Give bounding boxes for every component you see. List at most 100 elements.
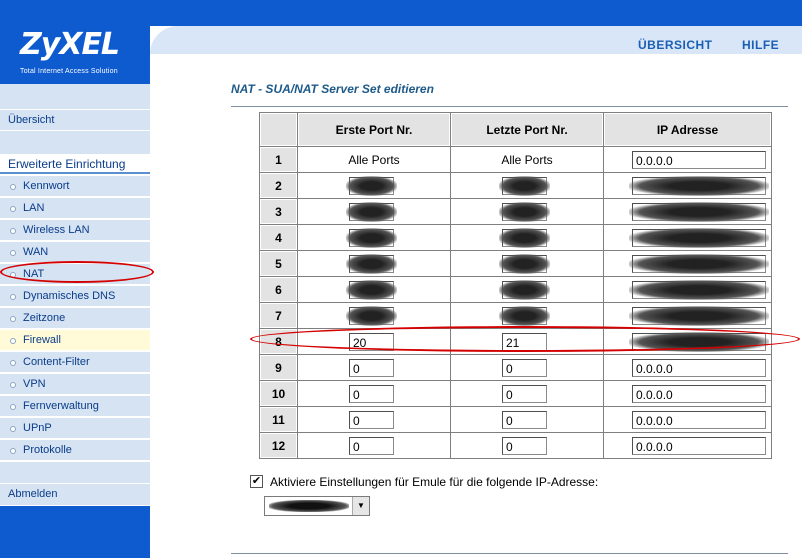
first-input[interactable] [346, 305, 397, 326]
sidebar-item-label: Fernverwaltung [23, 400, 99, 412]
table-row: 1 Alle Ports Alle Ports 0.0.0.0 [260, 147, 771, 172]
last-cell: 0 [451, 381, 603, 406]
sidebar-item-content-filter[interactable]: Content-Filter [0, 352, 150, 373]
sidebar-item-abmelden[interactable]: Abmelden [0, 484, 150, 506]
table-row: 9 0 0 0.0.0.0 [260, 355, 771, 380]
sidebar-item-label: Firewall [23, 334, 61, 346]
ip-input[interactable] [629, 253, 769, 274]
ip-input[interactable] [629, 279, 769, 300]
first-input[interactable] [346, 201, 397, 222]
sidebar-item-vpn[interactable]: VPN [0, 374, 150, 395]
sidebar-item-label: Dynamisches DNS [23, 290, 116, 302]
ip-input[interactable] [629, 227, 769, 248]
sidebar-item-label: LAN [23, 202, 45, 214]
ip-input[interactable]: 0.0.0.0 [632, 436, 766, 455]
nat-server-table: Erste Port Nr. Letzte Port Nr. IP Adress… [259, 112, 772, 459]
sidebar-item-firewall[interactable]: Firewall [0, 330, 150, 351]
first-cell: 0 [298, 355, 450, 380]
ip-input[interactable]: 0.0.0.0 [632, 150, 766, 169]
divider [231, 106, 788, 107]
first-input[interactable]: 0 [349, 410, 394, 429]
sidebar-item-fernverwaltung[interactable]: Fernverwaltung [0, 396, 150, 417]
first-cell [298, 199, 450, 224]
ip-cell [604, 173, 771, 198]
ip-input[interactable] [629, 175, 769, 196]
row-number: 2 [260, 173, 297, 198]
last-cell [451, 199, 603, 224]
first-input[interactable]: 0 [349, 384, 394, 403]
logo-area: ZyXEL Total Internet Access Solution [0, 0, 150, 84]
bullet-icon [10, 448, 16, 454]
header-last-port: Letzte Port Nr. [451, 113, 603, 146]
table-row: 12 0 0 0.0.0.0 [260, 433, 771, 458]
overview-link[interactable]: ÜBERSICHT [638, 38, 713, 52]
sidebar-item-label: Übersicht [8, 114, 55, 126]
emule-label: Aktiviere Einstellungen für Emule für di… [270, 475, 599, 489]
row-number: 12 [260, 433, 297, 458]
last-cell: 0 [451, 433, 603, 458]
sidebar-spacer [0, 131, 150, 155]
table-body: 1 Alle Ports Alle Ports 0.0.0.0 2 3 4 5 6 7 8 20 21 9… [260, 147, 771, 458]
first-cell: 0 [298, 407, 450, 432]
first-input[interactable]: 0 [349, 358, 394, 377]
first-input[interactable]: 0 [349, 436, 394, 455]
sidebar-item-overview[interactable]: Übersicht [0, 110, 150, 131]
last-input[interactable]: 0 [502, 436, 547, 455]
last-input[interactable] [499, 175, 550, 196]
ip-cell [604, 277, 771, 302]
first-input[interactable] [346, 279, 397, 300]
sidebar-item-lan[interactable]: LAN [0, 198, 150, 219]
sidebar-item-zeitzone[interactable]: Zeitzone [0, 308, 150, 329]
last-input[interactable] [499, 279, 550, 300]
sidebar-item-kennwort[interactable]: Kennwort [0, 176, 150, 197]
bullet-icon [10, 294, 16, 300]
first-input[interactable] [346, 253, 397, 274]
help-link[interactable]: HILFE [742, 38, 779, 52]
emule-checkbox[interactable]: ✔ [250, 475, 263, 488]
last-cell [451, 303, 603, 328]
last-input[interactable] [499, 253, 550, 274]
first-input[interactable] [346, 227, 397, 248]
last-input[interactable]: 0 [502, 384, 547, 403]
row-number: 1 [260, 147, 297, 172]
bullet-icon [10, 360, 16, 366]
sidebar-section-title: Erweiterte Einrichtung [0, 155, 150, 174]
row-number: 4 [260, 225, 297, 250]
sidebar-item-protokolle[interactable]: Protokolle [0, 440, 150, 461]
ip-cell [604, 225, 771, 250]
header-ip-address: IP Adresse [604, 113, 771, 146]
ip-input[interactable]: 0.0.0.0 [632, 384, 766, 403]
sidebar-item-label: Wireless LAN [23, 224, 90, 236]
sidebar-spacer [0, 84, 150, 110]
table-row: 3 [260, 199, 771, 224]
ip-cell: 0.0.0.0 [604, 407, 771, 432]
last-input[interactable] [499, 305, 550, 326]
last-text: Alle Ports [501, 152, 553, 167]
ip-input[interactable] [629, 201, 769, 222]
sidebar-item-upnp[interactable]: UPnP [0, 418, 150, 439]
table-row: 11 0 0 0.0.0.0 [260, 407, 771, 432]
last-input[interactable]: 0 [502, 358, 547, 377]
last-input[interactable] [499, 201, 550, 222]
first-cell [298, 173, 450, 198]
last-cell: Alle Ports [451, 147, 603, 172]
ip-input[interactable]: 0.0.0.0 [632, 410, 766, 429]
last-input[interactable]: 0 [502, 410, 547, 429]
sidebar-footer [0, 506, 150, 558]
table-row: 2 [260, 173, 771, 198]
ip-cell [604, 251, 771, 276]
ip-input[interactable]: 0.0.0.0 [632, 358, 766, 377]
ip-cell: 0.0.0.0 [604, 433, 771, 458]
sidebar-item-wan[interactable]: WAN [0, 242, 150, 263]
chevron-down-icon: ▼ [352, 497, 369, 515]
sidebar-item-label: Abmelden [8, 488, 58, 500]
last-input[interactable] [499, 227, 550, 248]
first-input[interactable] [346, 175, 397, 196]
emule-ip-select[interactable]: ▼ [264, 496, 370, 516]
sidebar-item-label: Protokolle [23, 444, 72, 456]
first-text: Alle Ports [348, 152, 400, 167]
ip-input[interactable] [629, 305, 769, 326]
sidebar-item-dynamisches-dns[interactable]: Dynamisches DNS [0, 286, 150, 307]
table-row: 10 0 0 0.0.0.0 [260, 381, 771, 406]
sidebar-item-wireless-lan[interactable]: Wireless LAN [0, 220, 150, 241]
